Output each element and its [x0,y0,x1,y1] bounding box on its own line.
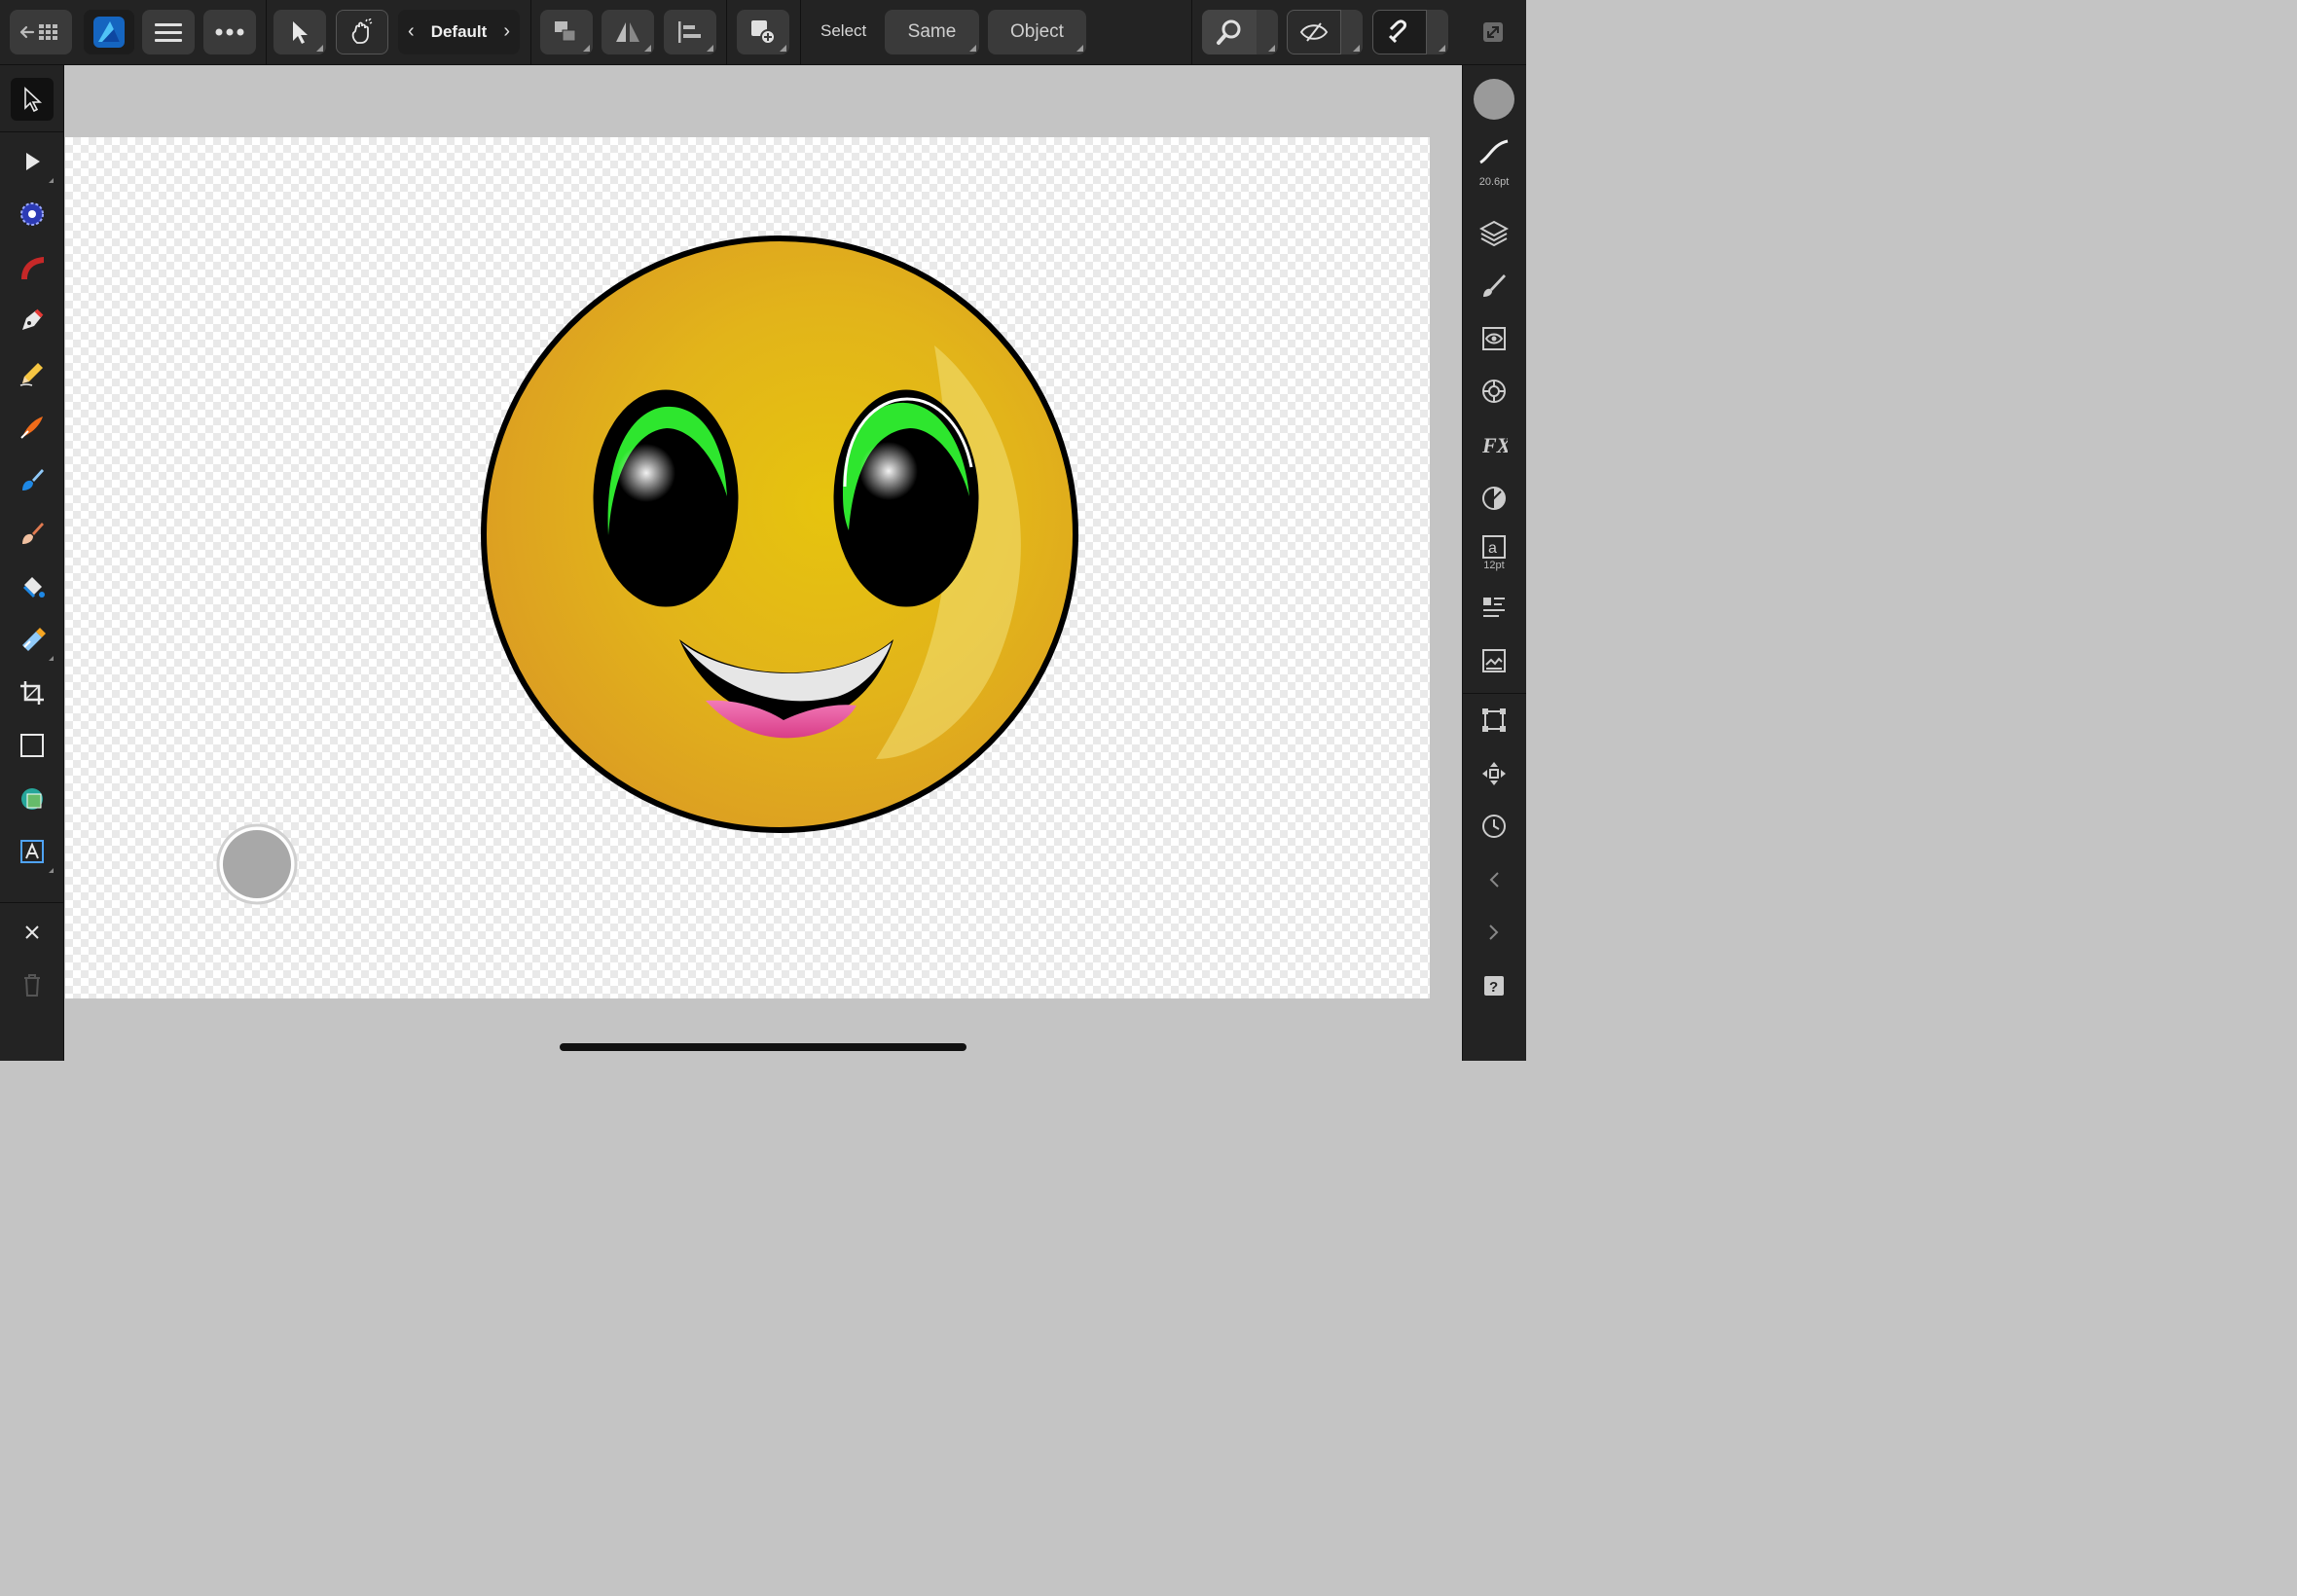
navigator-studio-button[interactable] [1473,752,1515,795]
collapse-right-button[interactable] [1473,911,1515,954]
chevron-left-icon [1489,872,1499,888]
rectangle-tool[interactable] [11,724,54,767]
curve-tool[interactable] [11,246,54,289]
chevron-right-icon [1489,925,1499,940]
pencil-tool[interactable] [11,352,54,395]
adjustments-studio-button[interactable] [1473,477,1515,520]
pencil-icon [19,363,43,386]
pen-nib-icon [22,308,44,330]
svg-text:a: a [1488,540,1497,557]
fill-bucket-tool[interactable] [11,565,54,608]
history-clock-icon [1482,815,1506,838]
collapse-left-button[interactable] [1473,858,1515,901]
close-icon [25,925,39,939]
smiley-illustration[interactable] [0,0,1526,1061]
vector-brush-tool[interactable] [11,406,54,449]
layers-icon [1479,220,1509,246]
crop-tool[interactable] [11,671,54,714]
tools-panel [0,65,64,1061]
fill-bucket-icon [22,577,45,598]
text-size-label: 12pt [1483,560,1505,571]
transparency-tool[interactable] [11,618,54,661]
stroke-width-button[interactable] [1473,130,1515,173]
stroke-width-label: 20.6pt [1478,176,1510,188]
pen-tool[interactable] [11,299,54,342]
close-button[interactable] [11,911,54,954]
node-tool[interactable] [11,140,54,183]
crop-icon [20,681,44,705]
swatches-studio-button[interactable] [1473,370,1515,413]
color-swatch-icon [1474,79,1514,120]
effects-studio-button[interactable]: FX [1473,423,1515,466]
paint-brush-tool[interactable] [11,512,54,555]
color-wheel-icon [1482,380,1506,403]
vector-brush-icon [20,417,43,439]
svg-text:?: ? [1489,979,1498,996]
appearance-studio-button[interactable] [1473,317,1515,360]
stroke-icon [1479,139,1509,164]
transform-studio-button[interactable] [1473,699,1515,742]
move-arrows-icon [1482,762,1506,785]
brushes-icon [1483,274,1506,297]
corner-tool[interactable] [11,193,54,236]
delete-button[interactable] [11,963,54,1006]
artistic-text-tool[interactable] [11,830,54,873]
smiley-face[interactable] [481,236,1078,833]
stock-studio-button[interactable] [1473,639,1515,682]
character-text-icon: a [1482,535,1506,559]
help-question-icon: ? [1484,976,1504,996]
trash-icon [24,974,40,997]
fill-color-swatch[interactable] [1473,78,1515,121]
adjustment-circle-icon [1482,487,1506,510]
floating-color-picker[interactable] [216,823,298,905]
home-indicator[interactable] [560,1043,966,1051]
shape-builder-icon [21,788,43,810]
help-button[interactable]: ? [1473,964,1515,1007]
brushes-studio-button[interactable] [1473,264,1515,307]
brush-icon [22,469,44,490]
node-arrow-icon [26,153,40,170]
text-frame-icon [20,840,44,863]
paragraph-studio-button[interactable] [1473,586,1515,629]
image-stack-icon [1482,649,1506,672]
svg-text:FX: FX [1481,433,1508,457]
fx-icon: FX [1481,433,1508,457]
rectangle-icon [20,734,44,757]
layers-studio-button[interactable] [1473,211,1515,254]
shape-builder-tool[interactable] [11,778,54,820]
curve-icon [21,257,44,279]
target-circle-icon [20,202,44,226]
move-pointer-icon [24,87,43,112]
transparency-icon [22,628,46,651]
history-studio-button[interactable] [1473,805,1515,848]
appearance-eye-icon [1482,327,1506,350]
move-tool[interactable] [11,78,54,121]
fill-tool[interactable] [11,458,54,501]
paragraph-icon [1483,598,1505,617]
paint-brush-icon [22,523,44,544]
transform-bounds-icon [1482,708,1506,732]
